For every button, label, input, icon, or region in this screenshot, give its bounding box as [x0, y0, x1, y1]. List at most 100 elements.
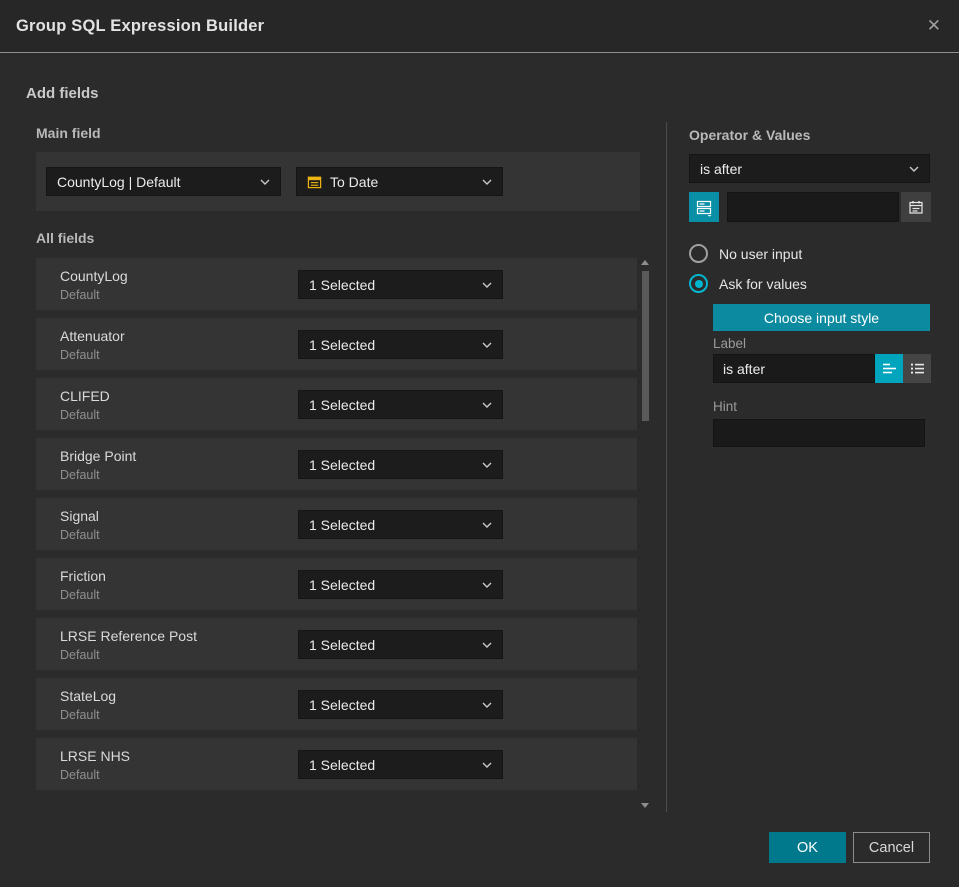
- date-picker-button[interactable]: [901, 192, 931, 222]
- radio-circle-icon: [689, 244, 708, 263]
- field-type-label: Default: [60, 348, 100, 362]
- field-row: Attenuator Default 1 Selected: [36, 318, 637, 370]
- field-row: Friction Default 1 Selected: [36, 558, 637, 610]
- chevron-down-icon: [482, 179, 492, 185]
- main-field-dropdown-value: CountyLog | Default: [57, 173, 181, 190]
- field-type-label: Default: [60, 468, 100, 482]
- field-selection-value: 1 Selected: [309, 456, 376, 473]
- field-selection-value: 1 Selected: [309, 576, 376, 593]
- calendar-icon: [908, 199, 924, 215]
- hint-field-label: Hint: [713, 399, 738, 414]
- vertical-divider: [666, 122, 667, 812]
- field-type-label: Default: [60, 528, 100, 542]
- close-icon[interactable]: ✕: [923, 0, 945, 52]
- field-type-label: Default: [60, 588, 100, 602]
- chevron-down-icon: [909, 166, 919, 172]
- field-selection-dropdown[interactable]: 1 Selected: [298, 750, 503, 779]
- chevron-down-icon: [482, 582, 492, 588]
- field-type-label: Default: [60, 708, 100, 722]
- all-fields-list: CountyLog Default 1 Selected Attenuator …: [36, 258, 637, 798]
- field-row: Bridge Point Default 1 Selected: [36, 438, 637, 490]
- main-field-dropdown[interactable]: CountyLog | Default: [46, 167, 281, 196]
- radio-selected-icon: [689, 274, 708, 293]
- label-input[interactable]: [713, 354, 875, 383]
- stacked-rows-icon: [695, 198, 714, 217]
- main-field-panel: CountyLog | Default To Date: [36, 152, 640, 211]
- field-selection-value: 1 Selected: [309, 276, 376, 293]
- align-left-icon: [882, 362, 897, 375]
- field-row: Signal Default 1 Selected: [36, 498, 637, 550]
- chevron-down-icon: [482, 642, 492, 648]
- list-style-toggle[interactable]: [903, 354, 931, 383]
- cancel-button[interactable]: Cancel: [853, 832, 930, 863]
- field-type-label: Default: [60, 648, 100, 662]
- radio-ask-for-values[interactable]: Ask for values: [689, 274, 807, 293]
- field-name: CountyLog: [60, 268, 128, 284]
- field-name: StateLog: [60, 688, 117, 704]
- field-selection-value: 1 Selected: [309, 396, 376, 413]
- chevron-down-icon: [482, 402, 492, 408]
- field-row: CountyLog Default 1 Selected: [36, 258, 637, 310]
- add-fields-heading: Add fields: [26, 85, 99, 102]
- operator-dropdown-value: is after: [700, 160, 743, 177]
- operator-values-heading: Operator & Values: [689, 127, 811, 143]
- field-selection-value: 1 Selected: [309, 516, 376, 533]
- ok-button[interactable]: OK: [769, 832, 846, 863]
- chevron-down-icon: [482, 522, 492, 528]
- field-selection-dropdown[interactable]: 1 Selected: [298, 570, 503, 599]
- field-name: Bridge Point: [60, 448, 137, 464]
- field-selection-dropdown[interactable]: 1 Selected: [298, 270, 503, 299]
- bullet-list-icon: [910, 362, 925, 375]
- radio-no-user-input[interactable]: No user input: [689, 244, 802, 263]
- hint-input[interactable]: [713, 419, 925, 447]
- field-name: LRSE Reference Post: [60, 628, 197, 644]
- chevron-down-icon: [482, 762, 492, 768]
- field-selection-dropdown[interactable]: 1 Selected: [298, 450, 503, 479]
- dialog-title-bar: Group SQL Expression Builder ✕: [0, 0, 959, 53]
- scrollbar-thumb[interactable]: [642, 271, 649, 421]
- all-fields-heading: All fields: [36, 230, 95, 246]
- single-value-style-toggle[interactable]: [875, 354, 903, 383]
- field-name: Friction: [60, 568, 106, 584]
- field-type-label: Default: [60, 288, 100, 302]
- dialog-title: Group SQL Expression Builder: [16, 17, 265, 35]
- scroll-down-icon[interactable]: [641, 803, 649, 808]
- fields-scrollbar[interactable]: [641, 258, 650, 810]
- field-row: LRSE NHS Default 1 Selected: [36, 738, 637, 790]
- field-type-label: Default: [60, 408, 100, 422]
- field-name: CLIFED: [60, 388, 110, 404]
- radio-no-user-input-label: No user input: [719, 245, 803, 262]
- field-name: LRSE NHS: [60, 748, 131, 764]
- field-selection-value: 1 Selected: [309, 756, 376, 773]
- field-selection-value: 1 Selected: [309, 636, 376, 653]
- chevron-down-icon: [482, 342, 492, 348]
- chevron-down-icon: [482, 282, 492, 288]
- field-name: Attenuator: [60, 328, 125, 344]
- chevron-down-icon: [260, 179, 270, 185]
- field-type-label: Default: [60, 768, 100, 782]
- field-selection-dropdown[interactable]: 1 Selected: [298, 690, 503, 719]
- radio-ask-for-values-label: Ask for values: [719, 275, 807, 292]
- choose-input-style-button[interactable]: Choose input style: [713, 304, 930, 331]
- chevron-down-icon: [482, 702, 492, 708]
- field-selection-dropdown[interactable]: 1 Selected: [298, 390, 503, 419]
- field-row: CLIFED Default 1 Selected: [36, 378, 637, 430]
- calendar-icon: [307, 174, 322, 189]
- field-selection-dropdown[interactable]: 1 Selected: [298, 510, 503, 539]
- chevron-down-icon: [482, 462, 492, 468]
- date-input-type-button[interactable]: [689, 192, 719, 222]
- field-row: StateLog Default 1 Selected: [36, 678, 637, 730]
- date-value-input[interactable]: [727, 192, 899, 222]
- operator-dropdown[interactable]: is after: [689, 154, 930, 183]
- main-field-heading: Main field: [36, 125, 101, 141]
- label-field-label: Label: [713, 336, 747, 351]
- date-field-dropdown[interactable]: To Date: [296, 167, 503, 196]
- field-selection-value: 1 Selected: [309, 696, 376, 713]
- field-selection-value: 1 Selected: [309, 336, 376, 353]
- field-selection-dropdown[interactable]: 1 Selected: [298, 330, 503, 359]
- field-row: LRSE Reference Post Default 1 Selected: [36, 618, 637, 670]
- field-selection-dropdown[interactable]: 1 Selected: [298, 630, 503, 659]
- date-field-dropdown-value: To Date: [330, 173, 379, 190]
- scroll-up-icon[interactable]: [641, 260, 649, 265]
- field-name: Signal: [60, 508, 99, 524]
